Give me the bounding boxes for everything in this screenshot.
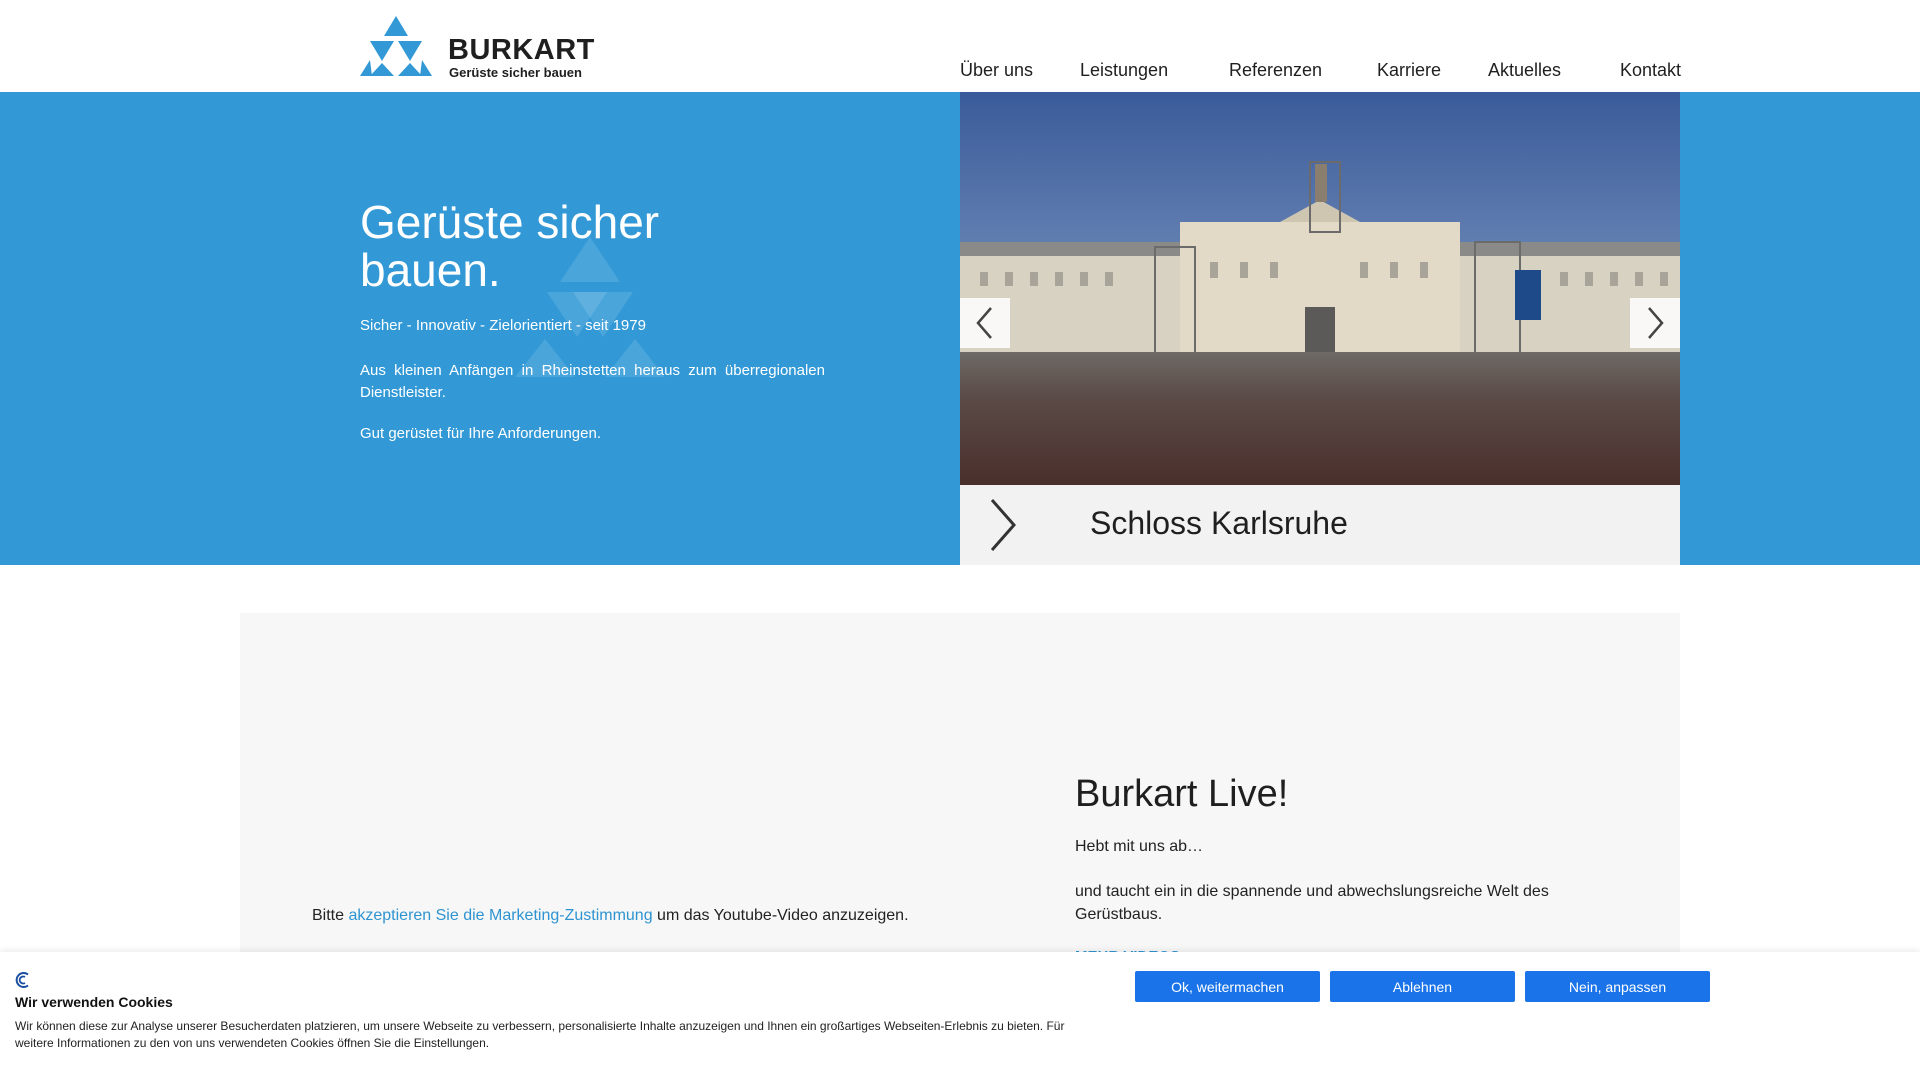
hero-subtitle: Sicher - Innovativ - Zielorientiert - se…	[360, 317, 646, 334]
consent-note-suffix: um das Youtube-Video anzuzeigen.	[652, 907, 909, 924]
live-paragraph-2: und taucht ein in die spannende und abwe…	[1075, 883, 1549, 923]
slide-image-schloss	[960, 92, 1680, 485]
nav-item-ueber-uns[interactable]: Über uns	[960, 60, 1033, 81]
chevron-right-icon	[990, 499, 1016, 551]
cookie-customize-button[interactable]: Nein, anpassen	[1525, 971, 1710, 1002]
slider-prev-button[interactable]	[960, 298, 1010, 348]
site-logo[interactable]: BURKART Gerüste sicher bauen	[360, 16, 594, 80]
reference-slider: Schloss Karlsruhe	[960, 92, 1680, 565]
slide-caption: Schloss Karlsruhe	[1090, 505, 1348, 541]
nav-item-leistungen[interactable]: Leistungen	[1080, 60, 1168, 81]
youtube-consent-note: Bitte akzeptieren Sie die Marketing-Zust…	[312, 907, 909, 925]
live-title: Burkart Live!	[1075, 773, 1289, 815]
nav-item-aktuelles[interactable]: Aktuelles	[1488, 60, 1561, 81]
slider-next-button[interactable]	[1630, 298, 1680, 348]
consent-note-prefix: Bitte	[312, 907, 349, 924]
hero-paragraph-2: Gut gerüstet für Ihre Anforderungen.	[360, 425, 601, 442]
slide-caption-bar[interactable]: Schloss Karlsruhe	[960, 485, 1680, 565]
hero-title: Gerüste sicher bauen.	[360, 196, 660, 296]
hero-paragraph: Aus kleinen Anfängen in Rheinstetten her…	[360, 362, 825, 401]
cookie-consent-icon	[15, 972, 29, 988]
burkart-logo-icon	[360, 16, 432, 76]
nav-item-referenzen[interactable]: Referenzen	[1229, 60, 1322, 81]
cookie-decline-button[interactable]: Ablehnen	[1330, 971, 1515, 1002]
chevron-right-icon	[1648, 307, 1664, 339]
nav-item-karriere[interactable]: Karriere	[1377, 60, 1441, 81]
cookie-text: Wir können diese zur Analyse unserer Bes…	[15, 1019, 1065, 1050]
cookie-banner: Wir verwenden Cookies Wir können diese z…	[0, 952, 1920, 1080]
cookie-accept-button[interactable]: Ok, weitermachen	[1135, 971, 1320, 1002]
nav-item-kontakt[interactable]: Kontakt	[1620, 60, 1681, 81]
live-paragraph: Hebt mit uns ab…	[1075, 838, 1204, 855]
accept-marketing-consent-link[interactable]: akzeptieren Sie die Marketing-Zustimmung	[348, 907, 652, 924]
hero-section: Gerüste sicher bauen. Sicher - Innovativ…	[0, 92, 1920, 565]
cookie-title: Wir verwenden Cookies	[15, 994, 173, 1010]
site-header: BURKART Gerüste sicher bauen Über uns Le…	[0, 0, 1920, 92]
brand-name: BURKART	[448, 34, 595, 66]
chevron-left-icon	[976, 307, 992, 339]
brand-tagline: Gerüste sicher bauen	[449, 65, 582, 80]
